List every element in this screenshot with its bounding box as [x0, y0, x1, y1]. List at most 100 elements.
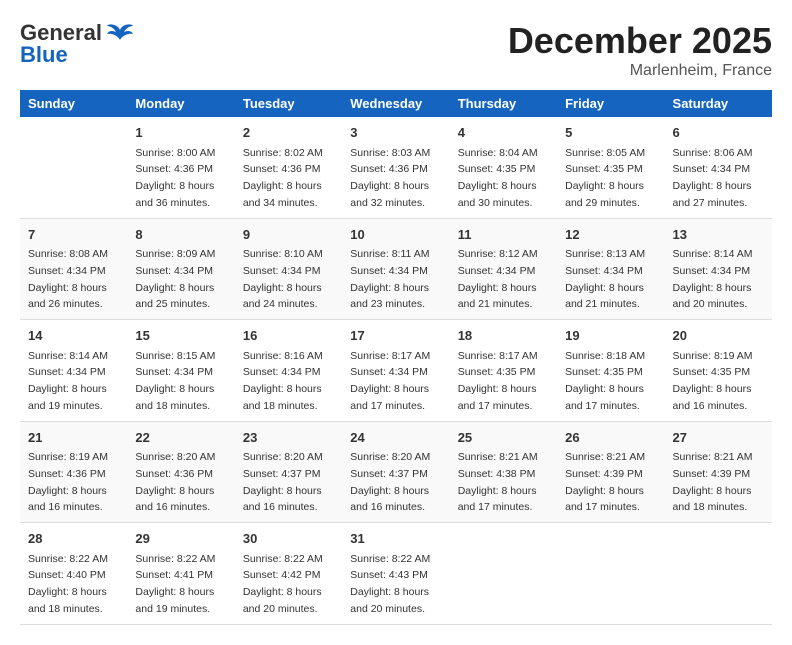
daylight-text: Daylight: 8 hours and 18 minutes.: [243, 383, 322, 412]
calendar-cell: 12 Sunrise: 8:13 AM Sunset: 4:34 PM Dayl…: [557, 218, 664, 320]
sunrise-text: Sunrise: 8:17 AM: [350, 350, 430, 362]
sunset-text: Sunset: 4:39 PM: [565, 468, 643, 480]
sunrise-text: Sunrise: 8:12 AM: [458, 248, 538, 260]
day-number: 24: [350, 428, 441, 448]
calendar-week-row: 14 Sunrise: 8:14 AM Sunset: 4:34 PM Dayl…: [20, 320, 772, 422]
sunrise-text: Sunrise: 8:14 AM: [28, 350, 108, 362]
daylight-text: Daylight: 8 hours and 17 minutes.: [565, 383, 644, 412]
sunrise-text: Sunrise: 8:20 AM: [243, 451, 323, 463]
day-number: 22: [135, 428, 226, 448]
daylight-text: Daylight: 8 hours and 23 minutes.: [350, 282, 429, 311]
calendar-cell: [557, 523, 664, 625]
sunset-text: Sunset: 4:40 PM: [28, 569, 106, 581]
logo-bird-icon: [106, 22, 134, 44]
calendar-cell: 15 Sunrise: 8:15 AM Sunset: 4:34 PM Dayl…: [127, 320, 234, 422]
logo: General Blue: [20, 20, 134, 68]
sunset-text: Sunset: 4:36 PM: [135, 163, 213, 175]
calendar-cell: 2 Sunrise: 8:02 AM Sunset: 4:36 PM Dayli…: [235, 117, 342, 218]
daylight-text: Daylight: 8 hours and 29 minutes.: [565, 180, 644, 209]
day-number: 1: [135, 123, 226, 143]
daylight-text: Daylight: 8 hours and 20 minutes.: [673, 282, 752, 311]
sunset-text: Sunset: 4:34 PM: [673, 163, 751, 175]
calendar-cell: [20, 117, 127, 218]
sunset-text: Sunset: 4:42 PM: [243, 569, 321, 581]
calendar-cell: 5 Sunrise: 8:05 AM Sunset: 4:35 PM Dayli…: [557, 117, 664, 218]
sunset-text: Sunset: 4:34 PM: [28, 265, 106, 277]
sunset-text: Sunset: 4:39 PM: [673, 468, 751, 480]
day-number: 5: [565, 123, 656, 143]
calendar-cell: 3 Sunrise: 8:03 AM Sunset: 4:36 PM Dayli…: [342, 117, 449, 218]
daylight-text: Daylight: 8 hours and 21 minutes.: [458, 282, 537, 311]
sunset-text: Sunset: 4:34 PM: [350, 366, 428, 378]
sunset-text: Sunset: 4:34 PM: [458, 265, 536, 277]
calendar-week-row: 1 Sunrise: 8:00 AM Sunset: 4:36 PM Dayli…: [20, 117, 772, 218]
calendar-cell: 25 Sunrise: 8:21 AM Sunset: 4:38 PM Dayl…: [450, 421, 557, 523]
daylight-text: Daylight: 8 hours and 36 minutes.: [135, 180, 214, 209]
sunrise-text: Sunrise: 8:20 AM: [350, 451, 430, 463]
sunrise-text: Sunrise: 8:05 AM: [565, 147, 645, 159]
day-number: 16: [243, 326, 334, 346]
sunrise-text: Sunrise: 8:11 AM: [350, 248, 429, 260]
subtitle: Marlenheim, France: [508, 62, 772, 80]
daylight-text: Daylight: 8 hours and 17 minutes.: [350, 383, 429, 412]
calendar-cell: 1 Sunrise: 8:00 AM Sunset: 4:36 PM Dayli…: [127, 117, 234, 218]
daylight-text: Daylight: 8 hours and 21 minutes.: [565, 282, 644, 311]
calendar-cell: 28 Sunrise: 8:22 AM Sunset: 4:40 PM Dayl…: [20, 523, 127, 625]
day-number: 15: [135, 326, 226, 346]
daylight-text: Daylight: 8 hours and 16 minutes.: [350, 485, 429, 514]
calendar-cell: 27 Sunrise: 8:21 AM Sunset: 4:39 PM Dayl…: [665, 421, 772, 523]
day-number: 27: [673, 428, 764, 448]
header-wednesday: Wednesday: [342, 90, 449, 117]
daylight-text: Daylight: 8 hours and 32 minutes.: [350, 180, 429, 209]
sunset-text: Sunset: 4:34 PM: [135, 265, 213, 277]
day-number: 11: [458, 225, 549, 245]
calendar-week-row: 21 Sunrise: 8:19 AM Sunset: 4:36 PM Dayl…: [20, 421, 772, 523]
daylight-text: Daylight: 8 hours and 16 minutes.: [28, 485, 107, 514]
month-title: December 2025: [508, 20, 772, 62]
sunset-text: Sunset: 4:37 PM: [350, 468, 428, 480]
calendar-cell: 7 Sunrise: 8:08 AM Sunset: 4:34 PM Dayli…: [20, 218, 127, 320]
calendar-cell: 19 Sunrise: 8:18 AM Sunset: 4:35 PM Dayl…: [557, 320, 664, 422]
sunrise-text: Sunrise: 8:15 AM: [135, 350, 215, 362]
sunrise-text: Sunrise: 8:13 AM: [565, 248, 645, 260]
daylight-text: Daylight: 8 hours and 19 minutes.: [28, 383, 107, 412]
calendar-cell: 14 Sunrise: 8:14 AM Sunset: 4:34 PM Dayl…: [20, 320, 127, 422]
calendar-cell: 6 Sunrise: 8:06 AM Sunset: 4:34 PM Dayli…: [665, 117, 772, 218]
day-number: 18: [458, 326, 549, 346]
daylight-text: Daylight: 8 hours and 25 minutes.: [135, 282, 214, 311]
sunset-text: Sunset: 4:41 PM: [135, 569, 213, 581]
day-number: 8: [135, 225, 226, 245]
sunrise-text: Sunrise: 8:09 AM: [135, 248, 215, 260]
calendar-cell: 30 Sunrise: 8:22 AM Sunset: 4:42 PM Dayl…: [235, 523, 342, 625]
day-number: 12: [565, 225, 656, 245]
calendar-cell: 24 Sunrise: 8:20 AM Sunset: 4:37 PM Dayl…: [342, 421, 449, 523]
sunrise-text: Sunrise: 8:19 AM: [28, 451, 108, 463]
sunset-text: Sunset: 4:35 PM: [458, 366, 536, 378]
day-number: 29: [135, 529, 226, 549]
daylight-text: Daylight: 8 hours and 17 minutes.: [458, 485, 537, 514]
header-sunday: Sunday: [20, 90, 127, 117]
calendar-cell: 17 Sunrise: 8:17 AM Sunset: 4:34 PM Dayl…: [342, 320, 449, 422]
sunset-text: Sunset: 4:34 PM: [28, 366, 106, 378]
sunset-text: Sunset: 4:34 PM: [243, 265, 321, 277]
calendar-cell: 29 Sunrise: 8:22 AM Sunset: 4:41 PM Dayl…: [127, 523, 234, 625]
calendar-cell: 4 Sunrise: 8:04 AM Sunset: 4:35 PM Dayli…: [450, 117, 557, 218]
daylight-text: Daylight: 8 hours and 34 minutes.: [243, 180, 322, 209]
sunrise-text: Sunrise: 8:04 AM: [458, 147, 538, 159]
day-number: 20: [673, 326, 764, 346]
sunrise-text: Sunrise: 8:22 AM: [135, 553, 215, 565]
title-block: December 2025 Marlenheim, France: [508, 20, 772, 80]
day-number: 3: [350, 123, 441, 143]
day-number: 7: [28, 225, 119, 245]
daylight-text: Daylight: 8 hours and 18 minutes.: [28, 586, 107, 615]
sunrise-text: Sunrise: 8:20 AM: [135, 451, 215, 463]
calendar-cell: 22 Sunrise: 8:20 AM Sunset: 4:36 PM Dayl…: [127, 421, 234, 523]
header-friday: Friday: [557, 90, 664, 117]
daylight-text: Daylight: 8 hours and 17 minutes.: [565, 485, 644, 514]
sunset-text: Sunset: 4:36 PM: [28, 468, 106, 480]
calendar-week-row: 7 Sunrise: 8:08 AM Sunset: 4:34 PM Dayli…: [20, 218, 772, 320]
calendar-cell: 13 Sunrise: 8:14 AM Sunset: 4:34 PM Dayl…: [665, 218, 772, 320]
day-number: 26: [565, 428, 656, 448]
calendar-week-row: 28 Sunrise: 8:22 AM Sunset: 4:40 PM Dayl…: [20, 523, 772, 625]
calendar-cell: 20 Sunrise: 8:19 AM Sunset: 4:35 PM Dayl…: [665, 320, 772, 422]
